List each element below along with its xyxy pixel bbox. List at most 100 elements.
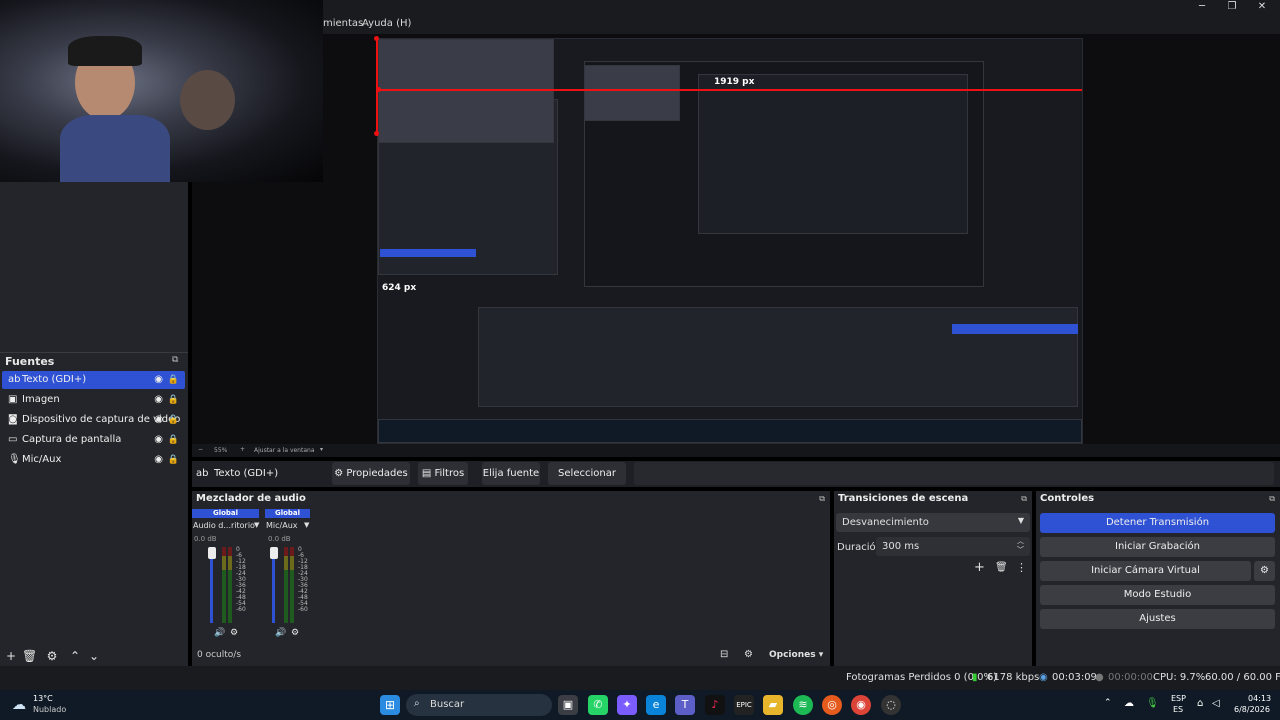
whatsapp-icon[interactable]: ✆ bbox=[588, 695, 608, 715]
zoom-bar: − 55% + Ajustar a la ventana ▾ bbox=[192, 444, 1280, 457]
transition-select[interactable]: Desvanecimiento ▼ bbox=[836, 513, 1030, 532]
lock-icon[interactable]: 🔒 bbox=[168, 411, 179, 429]
language-top[interactable]: ESP bbox=[1171, 694, 1186, 703]
zoom-out-icon[interactable]: − bbox=[198, 446, 203, 453]
source-item-text[interactable]: ab Texto (GDI+) ◉ 🔒 bbox=[2, 371, 185, 389]
clock-date[interactable]: 6/8/2026 bbox=[1234, 705, 1270, 714]
weather-temp: 13°C bbox=[33, 694, 53, 703]
lock-icon[interactable]: 🔒 bbox=[168, 431, 179, 449]
zoom-in-icon[interactable]: + bbox=[240, 446, 245, 453]
eye-icon[interactable]: ◉ bbox=[154, 451, 163, 469]
hidden-count: 0 oculto/s bbox=[197, 650, 242, 660]
eye-icon[interactable]: ◉ bbox=[154, 391, 163, 409]
float-icon[interactable]: ⧉ bbox=[1269, 494, 1275, 504]
close-button[interactable]: ✕ bbox=[1247, 0, 1277, 14]
trash-icon[interactable]: 🗑 bbox=[22, 649, 37, 663]
mixer-db: 0.0 dB bbox=[268, 535, 291, 543]
volume-knob[interactable] bbox=[208, 547, 216, 559]
chevron-down-icon[interactable]: ▼ bbox=[304, 521, 309, 529]
settings-button[interactable]: Ajustes bbox=[1040, 609, 1275, 629]
guide-handle-bottom[interactable] bbox=[374, 131, 379, 136]
epic-games-icon[interactable]: EPIC bbox=[734, 695, 754, 715]
person-face-right bbox=[180, 70, 235, 130]
mixer-db: 0.0 dB bbox=[194, 535, 217, 543]
gear-icon[interactable]: ⚙ bbox=[1254, 561, 1275, 581]
teams-icon[interactable]: T bbox=[675, 695, 695, 715]
copilot-icon[interactable]: ✦ bbox=[617, 695, 637, 715]
preview-canvas[interactable]: 1919 px 624 px bbox=[377, 38, 1083, 444]
more-icon[interactable]: ⋮ bbox=[1016, 561, 1027, 574]
chevron-up-icon[interactable]: ⌃ bbox=[1104, 698, 1112, 708]
lock-icon[interactable]: 🔒 bbox=[168, 371, 179, 389]
search-box[interactable]: ⌕ Buscar bbox=[406, 694, 552, 716]
gear-icon[interactable]: ⚙ bbox=[45, 649, 59, 663]
layout-icon[interactable]: ⊟ bbox=[720, 649, 728, 660]
text-icon: ab bbox=[8, 374, 21, 385]
options-button[interactable]: Opciones ▾ bbox=[769, 650, 823, 660]
eye-icon[interactable]: ◉ bbox=[154, 411, 163, 429]
select-color-button[interactable]: Seleccionar color bbox=[548, 462, 626, 502]
task-view-icon[interactable]: ▣ bbox=[558, 695, 578, 715]
chevron-up-icon[interactable]: ⌃ bbox=[68, 649, 82, 663]
chevron-down-icon[interactable]: ▾ bbox=[320, 446, 323, 453]
minimize-button[interactable]: ─ bbox=[1187, 0, 1217, 14]
duration-input[interactable]: 300 ms ︿ ﹀ bbox=[876, 537, 1030, 556]
volume-icon[interactable]: ◁ bbox=[1212, 698, 1220, 709]
network-icon[interactable]: ⌂ bbox=[1197, 698, 1203, 709]
speaker-icon[interactable]: 🔊 bbox=[214, 628, 225, 638]
source-item-capture-device[interactable]: ◙ Dispositivo de captura de video ◉ 🔒 bbox=[2, 411, 185, 429]
chevron-down-icon[interactable]: ⌄ bbox=[87, 649, 101, 663]
clock-time[interactable]: 04:13 bbox=[1248, 694, 1271, 703]
file-explorer-icon[interactable]: ▰ bbox=[763, 695, 783, 715]
color-field[interactable] bbox=[634, 462, 1274, 485]
eye-icon[interactable]: ◉ bbox=[154, 431, 163, 449]
sources-dock: Fuentes ⧉ ab Texto (GDI+) ◉ 🔒 ▣ Imagen ◉… bbox=[0, 352, 188, 666]
windows-start-icon[interactable]: ⊞ bbox=[380, 695, 400, 715]
obs-icon[interactable]: ◌ bbox=[881, 695, 901, 715]
maximize-button[interactable]: ❐ bbox=[1217, 0, 1247, 14]
source-item-image[interactable]: ▣ Imagen ◉ 🔒 bbox=[2, 391, 185, 409]
properties-button[interactable]: ⚙ Propiedades bbox=[332, 462, 410, 485]
edge-icon[interactable]: e bbox=[646, 695, 666, 715]
float-icon[interactable]: ⧉ bbox=[1021, 494, 1027, 504]
eye-icon[interactable]: ◉ bbox=[154, 371, 163, 389]
mic-icon: 🎙 bbox=[8, 454, 21, 465]
language-bottom[interactable]: ES bbox=[1173, 705, 1183, 714]
menu-tools[interactable]: mientas bbox=[323, 18, 363, 29]
tiktok-icon[interactable]: ♪ bbox=[705, 695, 725, 715]
mic-icon[interactable]: 🎙 bbox=[1146, 698, 1159, 709]
width-label: 1919 px bbox=[714, 77, 755, 87]
transitions-dock: Transiciones de escena ⧉ Desvanecimiento… bbox=[834, 491, 1032, 666]
studio-mode-button[interactable]: Modo Estudio bbox=[1040, 585, 1275, 605]
float-icon[interactable]: ⧉ bbox=[172, 355, 182, 365]
menu-help[interactable]: Ayuda (H) bbox=[362, 18, 411, 29]
add-icon[interactable]: + bbox=[974, 560, 985, 575]
advanced-audio-icon[interactable]: ⚙ bbox=[744, 649, 753, 660]
volume-knob[interactable] bbox=[270, 547, 278, 559]
virtual-camera-button[interactable]: Iniciar Cámara Virtual bbox=[1040, 561, 1251, 581]
float-icon[interactable]: ⧉ bbox=[819, 494, 825, 504]
preview-area[interactable]: 1919 px 624 px bbox=[192, 34, 1280, 444]
spotify-icon[interactable]: ≋ bbox=[793, 695, 813, 715]
trash-icon[interactable]: 🗑 bbox=[995, 562, 1008, 573]
lock-icon[interactable]: 🔒 bbox=[168, 391, 179, 409]
add-icon[interactable]: + bbox=[4, 649, 18, 663]
stop-stream-button[interactable]: Detener Transmisión bbox=[1040, 513, 1275, 533]
filters-button[interactable]: ▤ Filtros bbox=[418, 462, 468, 485]
start-recording-button[interactable]: Iniciar Grabación bbox=[1040, 537, 1275, 557]
chevron-down-icon[interactable]: ▼ bbox=[254, 521, 259, 529]
spin-arrows-icon[interactable]: ︿ ﹀ bbox=[1017, 537, 1024, 555]
choose-font-button[interactable]: Elija fuente bbox=[482, 462, 540, 485]
lock-icon[interactable]: 🔒 bbox=[168, 451, 179, 469]
source-item-mic[interactable]: 🎙 Mic/Aux ◉ 🔒 bbox=[2, 451, 185, 469]
fit-label: Ajustar a la ventana bbox=[254, 447, 315, 454]
settings-icon[interactable]: ⚙ bbox=[291, 628, 299, 638]
chrome-icon[interactable]: ◉ bbox=[851, 695, 871, 715]
search-icon: ⌕ bbox=[414, 698, 420, 709]
settings-icon[interactable]: ⚙ bbox=[230, 628, 238, 638]
speaker-icon[interactable]: 🔊 bbox=[275, 628, 286, 638]
guide-handle-top[interactable] bbox=[374, 36, 379, 41]
firefox-icon[interactable]: ◎ bbox=[822, 695, 842, 715]
source-item-screen-capture[interactable]: ▭ Captura de pantalla ◉ 🔒 bbox=[2, 431, 185, 449]
onedrive-icon[interactable]: ☁ bbox=[1124, 698, 1134, 709]
